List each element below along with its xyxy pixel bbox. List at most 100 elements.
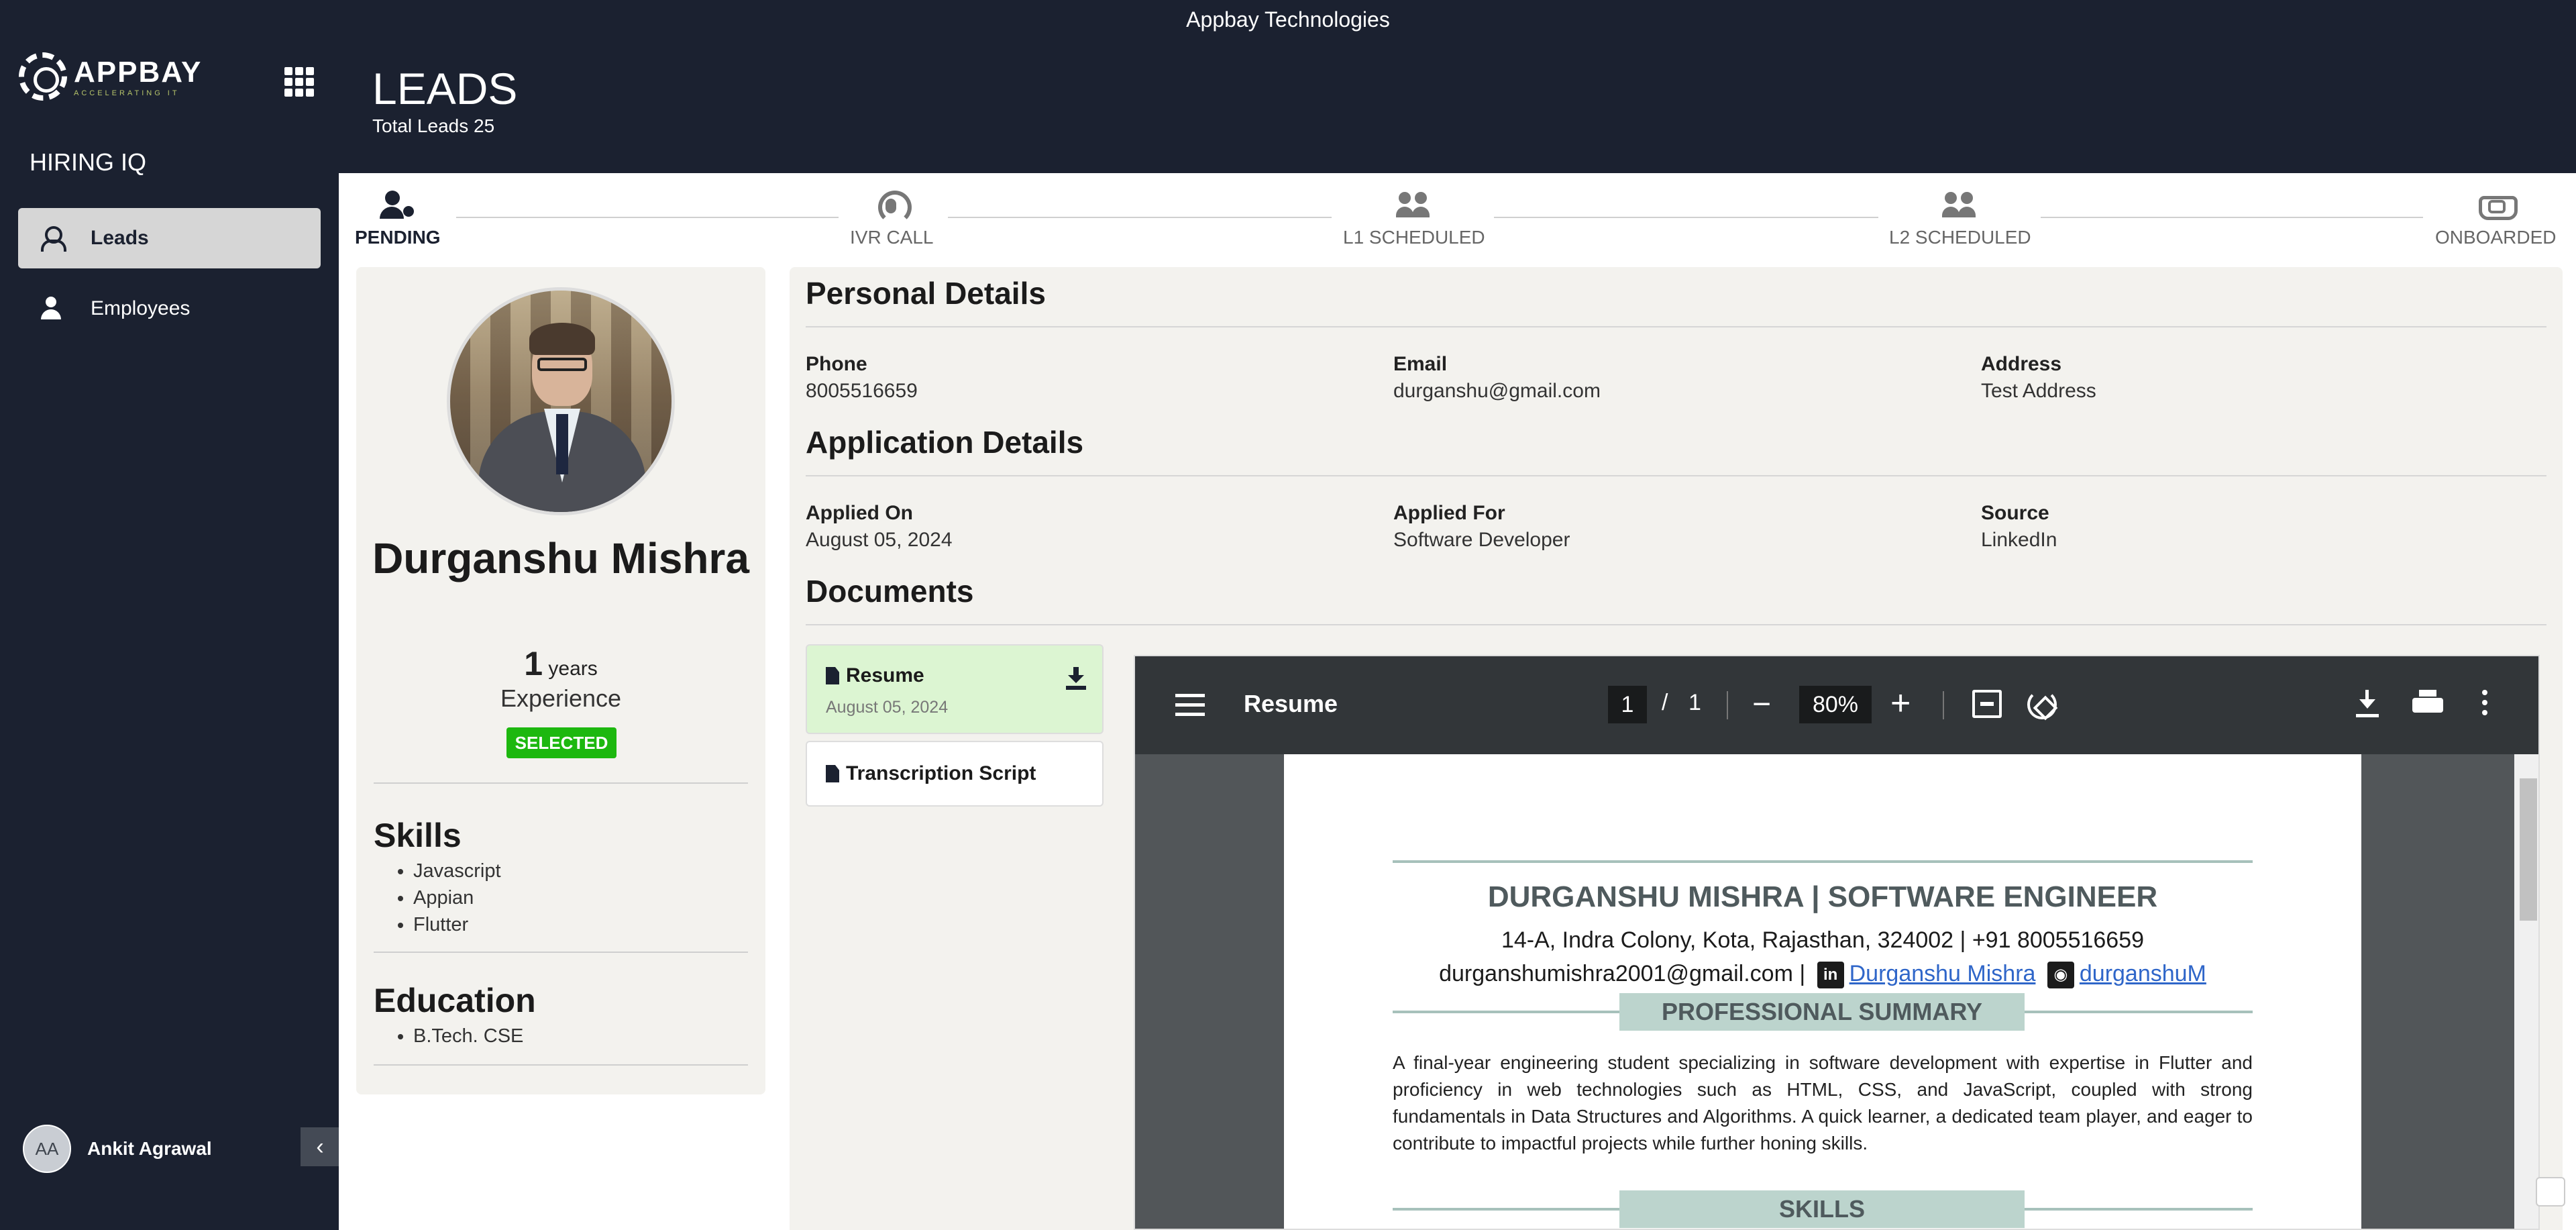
applied-on-label: Applied On — [806, 502, 913, 524]
menu-icon[interactable] — [1175, 694, 1205, 717]
step-onboarded[interactable]: ONBOARDED — [2435, 188, 2556, 248]
zoom-out-button[interactable]: − — [1752, 686, 1771, 723]
main-content: PENDING IVR CALL L1 SCHEDULED L2 SCHEDUL… — [339, 173, 2576, 1230]
print-icon[interactable] — [2412, 690, 2443, 717]
skills-title: Skills — [374, 817, 462, 854]
pdf-page: DURGANSHU MISHRA | SOFTWARE ENGINEER 14-… — [1284, 754, 2361, 1229]
status-stepper: PENDING IVR CALL L1 SCHEDULED L2 SCHEDUL… — [339, 173, 2576, 267]
source-value: LinkedIn — [1981, 529, 2057, 551]
step-l1-scheduled[interactable]: L1 SCHEDULED — [1343, 188, 1485, 248]
step-pending[interactable]: PENDING — [355, 188, 441, 248]
step-connector — [948, 217, 1332, 218]
sidebar-item-leads[interactable]: Leads — [18, 208, 321, 268]
appbay-logo[interactable]: APPBAY ACCELERATING IT — [19, 52, 202, 101]
email-value: durganshu@gmail.com — [1393, 380, 1601, 402]
linkedin-link[interactable]: Durganshu Mishra — [1849, 961, 2036, 986]
list-item: B.Tech. CSE — [413, 1023, 523, 1049]
collapse-sidebar-button[interactable]: ‹ — [301, 1127, 339, 1166]
file-icon — [826, 765, 839, 782]
step-l2-scheduled[interactable]: L2 SCHEDULED — [1889, 188, 2031, 248]
linkedin-icon: in — [1817, 962, 1844, 989]
current-user[interactable]: AA Ankit Agrawal — [23, 1125, 212, 1173]
document-resume[interactable]: Resume August 05, 2024 — [806, 644, 1104, 734]
rotate-icon[interactable] — [2027, 690, 2057, 719]
experience-label: Experience — [500, 684, 622, 712]
applied-on-value: August 05, 2024 — [806, 529, 953, 551]
page-header: LEADS Total Leads 25 — [339, 39, 2576, 173]
step-connector — [456, 217, 839, 218]
pdf-toolbar: Resume 1 / 1 − 80% + — [1135, 656, 2538, 754]
step-label: IVR CALL — [850, 227, 934, 248]
pdf-scrollbar[interactable] — [2514, 754, 2538, 1229]
sidebar-item-label: Leads — [91, 227, 149, 249]
document-date: August 05, 2024 — [826, 698, 949, 717]
pdf-viewer: Resume 1 / 1 − 80% + DURGANSHU MISHRA | … — [1134, 655, 2540, 1230]
step-label: L2 SCHEDULED — [1889, 227, 2031, 248]
zoom-in-button[interactable]: + — [1890, 683, 1911, 723]
profile-card: Durganshu Mishra 1 years Experience SELE… — [356, 267, 765, 1094]
screenshot-icon[interactable] — [2536, 1177, 2565, 1207]
logo-tagline: ACCELERATING IT — [74, 89, 180, 97]
step-label: PENDING — [355, 227, 441, 248]
list-item: Flutter — [413, 911, 501, 938]
address-value: Test Address — [1981, 380, 2096, 402]
step-connector — [2041, 217, 2423, 218]
chevron-left-icon: ‹ — [316, 1133, 324, 1160]
page-subtitle: Total Leads 25 — [372, 115, 495, 136]
sidebar: APPBAY ACCELERATING IT HIRING IQ Leads E… — [0, 39, 339, 1230]
app-grid-icon[interactable] — [284, 67, 314, 97]
more-options-icon[interactable] — [2482, 690, 2489, 718]
divider — [1393, 860, 2253, 863]
headset-icon — [872, 188, 912, 224]
page-separator: / — [1662, 690, 1668, 715]
resume-summary: A final-year engineering student special… — [1393, 1052, 2253, 1154]
step-label: ONBOARDED — [2435, 227, 2557, 248]
resume-section-title: PROFESSIONAL SUMMARY — [1619, 993, 2025, 1031]
fit-page-icon[interactable] — [1972, 690, 2002, 718]
candidate-photo — [447, 287, 675, 515]
experience-unit: years — [548, 658, 598, 680]
documents-title: Documents — [806, 574, 974, 609]
step-ivr-call[interactable]: IVR CALL — [850, 188, 934, 248]
employee-icon — [38, 295, 65, 322]
avatar: AA — [23, 1125, 71, 1173]
divider — [806, 326, 2546, 327]
list-item: Javascript — [413, 858, 501, 884]
user-pending-icon — [378, 188, 417, 221]
resume-email: durganshumishra2001@gmail.com | — [1439, 961, 1806, 986]
phone-label: Phone — [806, 353, 867, 375]
candidate-name: Durganshu Mishra — [372, 534, 749, 582]
experience-years: 1 years — [356, 644, 765, 683]
scrollbar-thumb[interactable] — [2520, 778, 2537, 921]
list-item: Appian — [413, 884, 501, 911]
document-name: Transcription Script — [846, 762, 1036, 784]
details-panel: Personal Details Phone 8005516659 Email … — [790, 267, 2563, 1230]
skills-list: Javascript Appian Flutter — [413, 858, 501, 938]
sidebar-item-employees[interactable]: Employees — [18, 278, 321, 339]
education-title: Education — [374, 982, 536, 1019]
applied-for-value: Software Developer — [1393, 529, 1570, 551]
applied-for-label: Applied For — [1393, 502, 1505, 524]
phone-value: 8005516659 — [806, 380, 918, 402]
divider — [806, 475, 2546, 476]
github-icon: ◉ — [2047, 962, 2074, 989]
divider — [374, 782, 748, 784]
status-badge: SELECTED — [506, 727, 616, 758]
resume-address: 14-A, Indra Colony, Kota, Rajasthan, 324… — [1501, 927, 2145, 953]
resume-heading: DURGANSHU MISHRA | SOFTWARE ENGINEER — [1487, 880, 2158, 913]
github-link[interactable]: durganshuM — [2080, 961, 2206, 986]
toolbar-divider — [1727, 691, 1728, 719]
logo-name: APPBAY — [74, 56, 203, 89]
experience-value: 1 — [524, 645, 543, 682]
resume-section-title: SKILLS — [1619, 1190, 2025, 1228]
personal-details-title: Personal Details — [806, 276, 1046, 311]
page-number-input[interactable]: 1 — [1608, 686, 1647, 723]
document-transcription-script[interactable]: Transcription Script — [806, 741, 1104, 807]
sidebar-item-label: Employees — [91, 297, 191, 319]
application-details-title: Application Details — [806, 425, 1084, 460]
gear-logo-icon — [19, 52, 67, 101]
group-icon — [1395, 188, 1434, 221]
toolbar-divider — [1943, 691, 1944, 719]
zoom-input[interactable]: 80% — [1799, 686, 1872, 723]
window-title: Appbay Technologies — [0, 0, 2576, 39]
